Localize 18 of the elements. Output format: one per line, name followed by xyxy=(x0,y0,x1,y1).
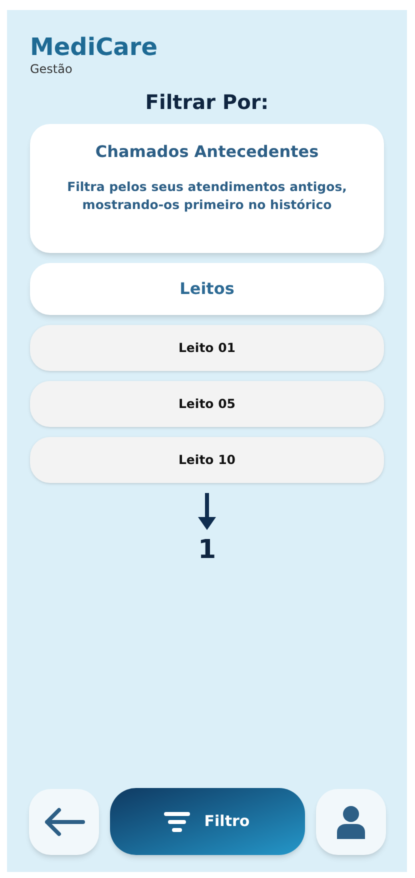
filter-button[interactable]: Filtro xyxy=(110,788,304,855)
back-button[interactable] xyxy=(28,788,98,854)
page-heading: Filtrar Por: xyxy=(144,89,270,116)
filter-title: Chamados Antecedentes xyxy=(95,141,319,163)
bed-item[interactable]: Leito 10 xyxy=(30,437,384,483)
bed-item[interactable]: Leito 01 xyxy=(30,325,384,371)
page-indicator: 1 xyxy=(198,535,216,565)
person-icon xyxy=(334,804,366,838)
bed-item[interactable]: Leito 05 xyxy=(30,381,384,427)
back-arrow-icon xyxy=(42,806,84,836)
beds-header[interactable]: Leitos xyxy=(30,263,384,315)
filter-card[interactable]: Chamados Antecedentes Filtra pelos seus atendimentos antigos, mostrando-os primeiro no histórico xyxy=(30,124,384,253)
profile-button[interactable] xyxy=(316,788,386,854)
app-title: MediCare xyxy=(30,32,158,62)
filter-description: Filtra pelos seus atendimentos antigos, mostrando-os primeiro no histórico xyxy=(66,178,348,214)
app-subtitle: Gestão xyxy=(30,62,74,76)
down-arrow-icon xyxy=(197,493,217,531)
filter-icon xyxy=(164,812,190,832)
